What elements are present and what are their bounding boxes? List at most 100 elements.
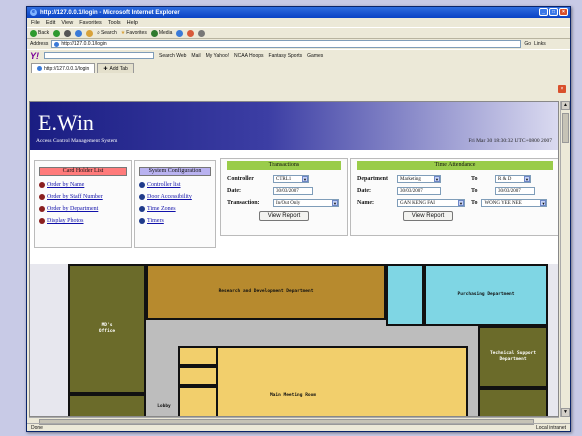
bullet-icon bbox=[39, 194, 45, 200]
yahoo-mail-link[interactable]: Mail bbox=[191, 53, 200, 59]
menu-view[interactable]: View bbox=[61, 20, 73, 26]
tab-current[interactable]: http://127.0.0.1/login bbox=[31, 63, 96, 73]
corridor-room[interactable] bbox=[386, 264, 424, 326]
to-label: To bbox=[471, 188, 478, 194]
door-accessibility-link[interactable]: Door Accessibility bbox=[135, 191, 215, 203]
bullet-icon bbox=[39, 206, 45, 212]
scroll-thumb[interactable] bbox=[562, 113, 569, 143]
order-by-staff-link[interactable]: Order by Staff Number bbox=[35, 191, 131, 203]
technical-annex[interactable] bbox=[478, 388, 548, 416]
page-icon bbox=[54, 41, 60, 47]
md-office[interactable]: MD's Office bbox=[68, 264, 146, 394]
bullet-icon bbox=[39, 218, 45, 224]
floor-plan: MD's Office Research and Development Dep… bbox=[30, 264, 558, 416]
menu-bar: File Edit View Favorites Tools Help bbox=[27, 18, 570, 27]
ta-date-label: Date: bbox=[357, 188, 371, 194]
app-title: E.Win bbox=[38, 110, 94, 135]
search-button[interactable]: ⌕ Search bbox=[97, 30, 117, 36]
transactions-header: Transactions bbox=[227, 161, 341, 170]
ncaa-link[interactable]: NCAA Hoops bbox=[234, 53, 263, 59]
name-to-select[interactable]: WONG YEE NEE ▼ bbox=[481, 199, 548, 207]
department-to-select[interactable]: R & D ▼ bbox=[495, 175, 531, 183]
order-by-name-link[interactable]: Order by Name bbox=[35, 179, 131, 191]
back-button[interactable]: Back bbox=[30, 29, 49, 37]
address-input[interactable]: http://127.0.0.1/login bbox=[51, 40, 522, 48]
vertical-scrollbar[interactable]: ▲ ▼ bbox=[560, 101, 570, 417]
links-button[interactable]: Links bbox=[534, 41, 546, 47]
chevron-down-icon: ▼ bbox=[540, 200, 547, 206]
add-tab-button[interactable]: ✚ Add Tab bbox=[97, 63, 134, 73]
purchasing-department[interactable]: Purchasing Department bbox=[424, 264, 548, 326]
name-from-select[interactable]: GAN KENG FAI ▼ bbox=[397, 199, 465, 207]
favorites-button[interactable]: ★ Favorites bbox=[121, 30, 147, 36]
stop-icon[interactable] bbox=[64, 29, 72, 37]
address-bar: Address http://127.0.0.1/login Go Links bbox=[27, 39, 570, 49]
home-icon[interactable] bbox=[86, 29, 94, 37]
print-icon[interactable] bbox=[198, 29, 206, 37]
controller-list-link[interactable]: Controller list bbox=[135, 179, 215, 191]
meeting-room-a[interactable] bbox=[178, 346, 218, 366]
transactions-panel: Transactions Controller CTRL1 ▼ Date: 30/03… bbox=[220, 158, 348, 236]
ta-view-report-button[interactable]: View Report bbox=[403, 211, 453, 221]
bullet-icon bbox=[139, 194, 145, 200]
department-label: Department bbox=[357, 176, 388, 182]
scroll-up-icon[interactable]: ▲ bbox=[561, 101, 570, 110]
meeting-room-label-area: Main Meeting Room bbox=[218, 354, 368, 416]
yahoo-toolbar: Y! Search Web Mail My Yahoo! NCAA Hoops … bbox=[27, 49, 570, 61]
media-button[interactable]: Media bbox=[150, 29, 172, 37]
close-button[interactable]: × bbox=[559, 8, 568, 16]
status-bar: Done Local intranet bbox=[27, 423, 570, 431]
date-input[interactable]: 30/03/2007 bbox=[273, 187, 313, 195]
ta-date-from-input[interactable]: 30/03/2007 bbox=[397, 187, 441, 195]
maximize-button[interactable]: □ bbox=[549, 8, 558, 16]
meeting-room-c[interactable] bbox=[178, 386, 218, 416]
bullet-icon bbox=[139, 218, 145, 224]
minimize-button[interactable]: _ bbox=[539, 8, 548, 16]
menu-help[interactable]: Help bbox=[127, 20, 138, 26]
chevron-down-icon: ▼ bbox=[524, 176, 530, 182]
menu-file[interactable]: File bbox=[31, 20, 40, 26]
view-report-button[interactable]: View Report bbox=[259, 211, 309, 221]
search-icon: ⌕ bbox=[97, 30, 100, 36]
star-icon: ★ bbox=[120, 30, 126, 36]
yahoo-logo[interactable]: Y! bbox=[30, 51, 39, 61]
mail-icon[interactable] bbox=[187, 29, 195, 37]
scroll-down-icon[interactable]: ▼ bbox=[561, 408, 570, 417]
transaction-select[interactable]: In/Out Only ▼ bbox=[273, 199, 339, 207]
rnd-department[interactable]: Research and Development Department bbox=[146, 264, 386, 320]
md-annex[interactable] bbox=[68, 394, 146, 416]
go-button[interactable]: Go bbox=[524, 41, 531, 47]
title-bar: e http://127.0.0.1/login - Microsoft Int… bbox=[27, 7, 570, 18]
system-config-header: System Configuration bbox=[139, 167, 211, 176]
address-label: Address bbox=[30, 41, 49, 47]
department-from-select[interactable]: Marketing ▼ bbox=[397, 175, 441, 183]
time-zones-link[interactable]: Time Zones bbox=[135, 203, 215, 215]
plus-icon: ✚ bbox=[103, 65, 108, 72]
forward-button[interactable] bbox=[53, 29, 61, 37]
search-web-button[interactable]: Search Web bbox=[159, 53, 186, 59]
controller-select[interactable]: CTRL1 ▼ bbox=[273, 175, 309, 183]
display-photos-link[interactable]: Display Photos bbox=[35, 215, 131, 227]
ta-date-to-input[interactable]: 30/03/2007 bbox=[495, 187, 535, 195]
lobby[interactable]: Lobby bbox=[146, 396, 182, 416]
fantasy-link[interactable]: Fantasy Sports bbox=[269, 53, 303, 59]
to-label: To bbox=[471, 200, 478, 206]
timers-link[interactable]: Timers bbox=[135, 215, 215, 227]
status-text: Done bbox=[31, 424, 43, 431]
page-content: E.Win Access Control Management System F… bbox=[29, 101, 559, 417]
ie-icon: e bbox=[30, 9, 37, 16]
refresh-icon[interactable] bbox=[75, 29, 83, 37]
yahoo-search-input[interactable] bbox=[44, 52, 154, 59]
history-icon[interactable] bbox=[176, 29, 184, 37]
window-title: http://127.0.0.1/login - Microsoft Inter… bbox=[40, 9, 180, 16]
games-link[interactable]: Games bbox=[307, 53, 323, 59]
browser-window: e http://127.0.0.1/login - Microsoft Int… bbox=[26, 6, 571, 432]
order-by-dept-link[interactable]: Order by Department bbox=[35, 203, 131, 215]
menu-tools[interactable]: Tools bbox=[108, 20, 121, 26]
menu-edit[interactable]: Edit bbox=[46, 20, 55, 26]
meeting-room-b[interactable] bbox=[178, 366, 218, 386]
menu-favorites[interactable]: Favorites bbox=[79, 20, 102, 26]
my-yahoo-link[interactable]: My Yahoo! bbox=[206, 53, 229, 59]
close-tab-icon[interactable]: × bbox=[558, 85, 566, 93]
technical-support-department[interactable]: Technical Support Department bbox=[478, 326, 548, 388]
